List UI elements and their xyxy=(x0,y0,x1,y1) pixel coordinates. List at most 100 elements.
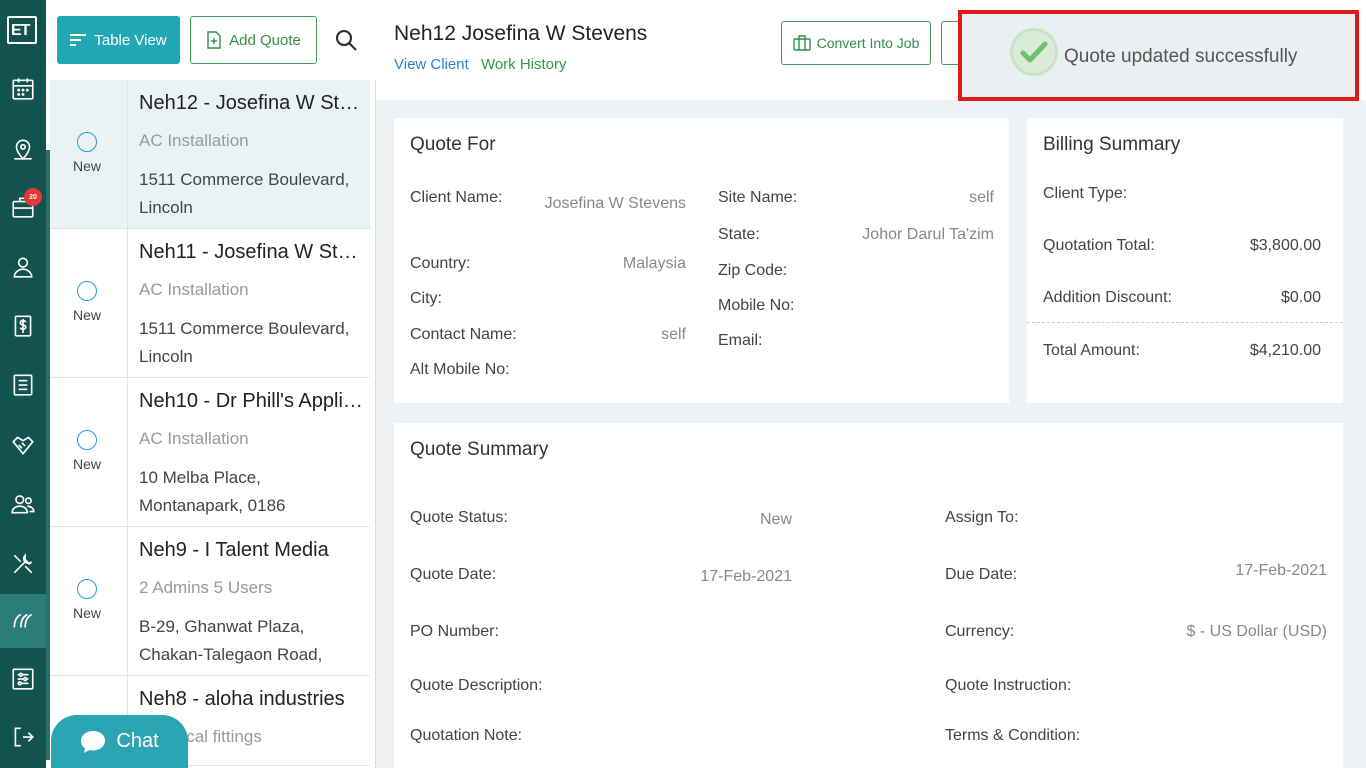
state-value: Johor Darul Ta'zim xyxy=(862,226,994,243)
discount-value: $0.00 xyxy=(1280,289,1321,306)
card-heading: Billing Summary xyxy=(1043,134,1181,155)
quote-title: Neh9 - I Talent Media xyxy=(139,539,329,561)
quote-date-value: 17-Feb-2021 xyxy=(700,568,792,585)
quote-address: 1511 Commerce Boulevard, Lincoln xyxy=(139,319,350,366)
field-label: Assign To: xyxy=(945,509,1019,526)
field-label: State: xyxy=(718,226,760,243)
chat-bubble-icon xyxy=(81,730,106,753)
jobs-badge: 20 xyxy=(24,188,42,206)
quote-status-value: New xyxy=(759,511,792,528)
field-label: Quote Status: xyxy=(410,509,508,526)
view-client-link[interactable]: View Client xyxy=(394,56,469,73)
quote-type: AC Installation xyxy=(139,429,249,448)
briefcase-icon[interactable]: 20 xyxy=(0,180,46,234)
field-label: PO Number: xyxy=(410,623,499,640)
quote-list-item[interactable]: New Neh11 - Josefina W Stev... AC Instal… xyxy=(50,229,370,378)
client-name-value: Josefina W Stevens xyxy=(544,195,686,212)
country-value: Malaysia xyxy=(622,255,686,272)
dollar-icon[interactable] xyxy=(0,299,46,353)
billing-summary-card: Billing Summary Client Type: Quotation T… xyxy=(1027,118,1343,403)
contact-name-value: self xyxy=(661,326,686,343)
status-circle-icon xyxy=(77,132,97,152)
check-circle-icon xyxy=(1010,28,1058,76)
convert-into-job-button[interactable]: Convert Into Job xyxy=(781,21,931,65)
field-label: Zip Code: xyxy=(718,262,788,279)
total-amount-value: $4,210.00 xyxy=(1249,342,1321,359)
divider xyxy=(1027,322,1343,323)
field-label: Quote Description: xyxy=(410,677,543,694)
field-label: Country: xyxy=(410,255,471,272)
handshake-icon[interactable] xyxy=(0,418,46,472)
field-label: Currency: xyxy=(945,623,1015,640)
quote-title: Neh10 - Dr Phill's Applia... xyxy=(139,390,364,412)
field-label: Quote Instruction: xyxy=(945,677,1072,694)
settings-sliders-icon[interactable] xyxy=(0,652,46,706)
field-label: Terms & Condition: xyxy=(945,727,1081,744)
quote-title: Neh11 - Josefina W Stev... xyxy=(139,241,364,263)
field-label: Quotation Total: xyxy=(1043,237,1155,254)
field-label: Client Name: xyxy=(410,189,503,206)
due-date-value: 17-Feb-2021 xyxy=(1235,562,1327,579)
site-name-value: self xyxy=(969,189,994,206)
calendar-icon[interactable] xyxy=(0,62,46,116)
quote-for-card: Quote For Client Name: Josefina W Steven… xyxy=(394,118,1009,403)
quote-type: AC Installation xyxy=(139,131,249,150)
map-pin-icon[interactable] xyxy=(0,122,46,176)
field-label: Alt Mobile No: xyxy=(410,361,510,378)
field-label: Total Amount: xyxy=(1043,342,1140,359)
add-document-icon xyxy=(207,31,221,49)
app-logo[interactable]: ET xyxy=(7,16,37,46)
quotation-total-value: $3,800.00 xyxy=(1249,237,1321,254)
quote-title: Neh8 - aloha industries xyxy=(139,688,345,710)
success-toast: Quote updated successfully xyxy=(958,10,1359,101)
users-icon[interactable] xyxy=(0,477,46,531)
add-quote-button[interactable]: Add Quote xyxy=(190,16,317,64)
quote-list-item[interactable]: New Neh9 - I Talent Media 2 Admins 5 Use… xyxy=(50,527,370,692)
chat-button[interactable]: Chat xyxy=(51,715,188,768)
briefcase-icon xyxy=(792,35,811,51)
search-icon[interactable] xyxy=(334,28,358,52)
tools-icon[interactable] xyxy=(0,537,46,591)
quote-address: 1511 Commerce Boulevard, Lincoln xyxy=(139,170,350,217)
table-view-button[interactable]: Table View xyxy=(57,16,180,64)
field-label: Quotation Note: xyxy=(410,727,523,744)
quote-list-item[interactable]: New Neh12 - Josefina W Stev... AC Instal… xyxy=(50,80,370,229)
work-history-link[interactable]: Work History xyxy=(481,56,567,73)
field-label: Site Name: xyxy=(718,189,798,206)
quotes-icon[interactable] xyxy=(0,594,46,648)
quote-list: New Neh12 - Josefina W Stev... AC Instal… xyxy=(50,80,370,766)
field-label: Client Type: xyxy=(1043,185,1128,202)
field-label: Mobile No: xyxy=(718,297,795,314)
quote-title: Neh12 - Josefina W Stev... xyxy=(139,92,364,114)
list-toolbar: Table View Add Quote xyxy=(46,0,376,80)
quote-summary-card: Quote Summary Quote Status: New Quote Da… xyxy=(394,423,1343,768)
currency-value: $ - US Dollar (USD) xyxy=(1186,623,1327,640)
list-icon[interactable] xyxy=(0,358,46,412)
field-label: Addition Discount: xyxy=(1043,289,1172,306)
field-label: Quote Date: xyxy=(410,566,497,583)
toast-message: Quote updated successfully xyxy=(1064,46,1298,67)
field-label: City: xyxy=(410,290,442,307)
quote-status: New xyxy=(72,456,101,472)
status-circle-icon xyxy=(77,281,97,301)
card-heading: Quote For xyxy=(410,134,496,155)
quote-list-panel: Table View Add Quote New Neh12 - Josefin… xyxy=(46,0,376,768)
nav-rail: ET 20 xyxy=(0,0,46,768)
field-label: Email: xyxy=(718,332,763,349)
field-label: Due Date: xyxy=(945,566,1018,583)
field-label: Contact Name: xyxy=(410,326,517,343)
quote-address: 10 Melba Place, Montanapark, 0186 xyxy=(139,468,286,515)
status-circle-icon xyxy=(77,430,97,450)
page-title: Neh12 Josefina W Stevens xyxy=(394,22,648,45)
status-circle-icon xyxy=(77,579,97,599)
quote-status: New xyxy=(72,605,101,621)
card-heading: Quote Summary xyxy=(410,439,549,460)
quote-type: AC Installation xyxy=(139,280,249,299)
logout-icon[interactable] xyxy=(0,710,46,764)
user-icon[interactable] xyxy=(0,240,46,294)
quote-type: 2 Admins 5 Users xyxy=(139,578,273,597)
filter-lines-icon xyxy=(70,34,87,46)
quote-status: New xyxy=(72,158,101,174)
quote-list-item[interactable]: New Neh10 - Dr Phill's Applia... AC Inst… xyxy=(50,378,370,527)
quote-status: New xyxy=(72,307,101,323)
